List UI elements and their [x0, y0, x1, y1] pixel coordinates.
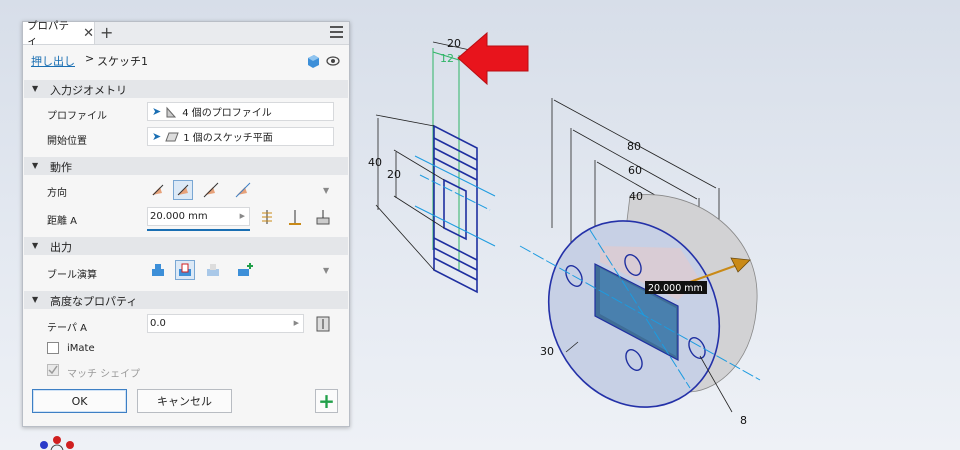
cursor-arrow-icon: ➤ [152, 130, 162, 143]
cube-icon[interactable] [306, 54, 320, 68]
eye-icon[interactable] [326, 56, 340, 66]
taper-value: 0.0 [150, 318, 166, 329]
tab-label: プロパティ [27, 20, 69, 47]
sketch-dim-20-top[interactable]: 20 [447, 37, 461, 50]
section-title: 高度なプロパティ [50, 295, 138, 308]
distance-extent-icon[interactable] [257, 208, 277, 228]
direction-dropdown-icon[interactable]: ▼ [323, 186, 329, 195]
collapse-triangle-icon[interactable]: ▼ [32, 241, 38, 250]
section-behavior[interactable]: ▼ 動作 [24, 157, 348, 175]
direction-symmetric-icon[interactable] [201, 180, 221, 200]
section-input-geometry[interactable]: ▼ 入力ジオメトリ [24, 80, 348, 98]
model-dim-30[interactable]: 30 [540, 345, 554, 358]
ok-button[interactable]: OK [32, 389, 127, 413]
sketch-dim-12[interactable]: 12 [440, 52, 454, 65]
taper-label: テーパ A [47, 323, 87, 334]
taper-arrow-icon[interactable]: ▶ [294, 319, 299, 327]
section-title: 動作 [50, 161, 72, 174]
section-title: 出力 [50, 241, 72, 254]
model-dim-40[interactable]: 40 [629, 190, 643, 203]
close-icon[interactable]: ✕ [83, 26, 94, 41]
profile-shape-icon [166, 106, 177, 117]
breadcrumb: 押し出し > スケッチ1 [23, 45, 349, 73]
imate-checkbox[interactable] [47, 342, 59, 354]
breadcrumb-link-extrude[interactable]: 押し出し [31, 53, 75, 69]
breadcrumb-separator: > [85, 52, 95, 65]
section-output[interactable]: ▼ 出力 [24, 237, 348, 255]
profile-selector[interactable]: ➤ 4 個のプロファイル [147, 102, 334, 121]
sketch-dim-40[interactable]: 40 [368, 156, 382, 169]
boolean-cut-icon[interactable] [175, 260, 195, 280]
section-advanced[interactable]: ▼ 高度なプロパティ [24, 291, 348, 309]
properties-panel: プロパティ ✕ + 押し出し > スケッチ1 ▼ 入力ジオメトリ プロファイル … [22, 20, 350, 427]
model-dim-8[interactable]: 8 [740, 414, 747, 427]
view-triad-icon[interactable] [40, 436, 74, 450]
menu-icon[interactable] [330, 26, 343, 41]
boolean-dropdown-icon[interactable]: ▼ [323, 266, 329, 275]
sketch-geometry [375, 41, 496, 294]
boolean-intersect-icon[interactable] [203, 260, 223, 280]
model-dim-60[interactable]: 60 [628, 164, 642, 177]
distance-arrow-icon[interactable]: ▶ [240, 212, 245, 220]
direction-default-icon[interactable] [148, 180, 168, 200]
distance-label: 距離 A [47, 216, 78, 227]
to-extent-icon[interactable] [285, 208, 305, 228]
distance-tag[interactable]: 20.000 mm [648, 283, 703, 294]
collapse-triangle-icon[interactable]: ▼ [32, 161, 38, 170]
sketch-plane-icon [165, 132, 179, 141]
direction-asymmetric-icon[interactable] [233, 180, 253, 200]
panel-tabbar: プロパティ ✕ + [23, 20, 349, 47]
profile-value: 4 個のプロファイル [182, 108, 272, 119]
apply-add-button[interactable]: + [315, 389, 338, 413]
start-label: 開始位置 [47, 136, 87, 147]
match-shape-label: マッチ シェイプ [67, 369, 141, 380]
collapse-triangle-icon[interactable]: ▼ [32, 295, 38, 304]
sketch-dim-20[interactable]: 20 [387, 168, 401, 181]
between-extent-icon[interactable] [313, 208, 333, 228]
add-tab-icon[interactable]: + [100, 23, 113, 42]
new-solid-icon[interactable] [235, 260, 255, 280]
direction-flipped-icon[interactable] [173, 180, 193, 200]
profile-label: プロファイル [47, 111, 107, 122]
boolean-join-icon[interactable] [148, 260, 168, 280]
cursor-arrow-icon: ➤ [152, 105, 162, 118]
taper-flip-icon[interactable] [313, 314, 333, 334]
collapse-triangle-icon[interactable]: ▼ [32, 84, 38, 93]
start-selector[interactable]: ➤ 1 個のスケッチ平面 [147, 127, 334, 146]
start-value: 1 個のスケッチ平面 [183, 133, 273, 144]
section-title: 入力ジオメトリ [50, 84, 127, 97]
cancel-button[interactable]: キャンセル [137, 389, 232, 413]
imate-label: iMate [67, 343, 95, 354]
taper-input[interactable]: 0.0 ▶ [147, 314, 304, 333]
boolean-label: ブール演算 [47, 270, 97, 281]
distance-value: 20.000 mm [150, 211, 208, 222]
highlight-arrow-icon [457, 31, 529, 86]
breadcrumb-current: スケッチ1 [97, 55, 148, 68]
distance-input[interactable]: 20.000 mm ▶ [147, 207, 250, 226]
direction-label: 方向 [47, 188, 67, 199]
match-shape-checkbox[interactable] [47, 364, 59, 376]
distance-focus-underline [147, 229, 250, 231]
tab-properties[interactable]: プロパティ ✕ [23, 20, 95, 47]
model-dim-80[interactable]: 80 [627, 140, 641, 153]
